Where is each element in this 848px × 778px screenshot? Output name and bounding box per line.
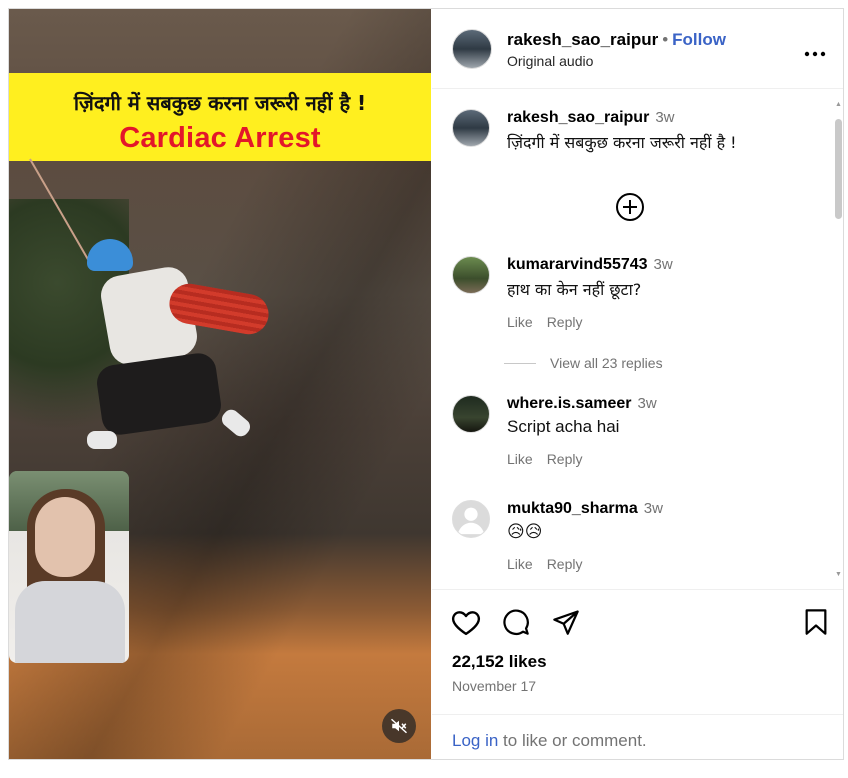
commenter-username[interactable]: where.is.sameer — [507, 395, 632, 412]
scroll-down-arrow-icon[interactable]: ▼ — [834, 571, 843, 579]
comments-list[interactable]: rakesh_sao_raipur 3w ज़िंदगी में सबकुछ कर… — [432, 89, 843, 589]
comment-time[interactable]: 3w — [654, 256, 673, 273]
post-modal: ज़िंदगी में सबकुछ करना जरूरी नहीं है ! C… — [8, 8, 844, 760]
like-comment-button[interactable]: Like — [507, 314, 533, 330]
post-actions: 22,152 likes November 17 Log in to like … — [432, 589, 843, 759]
reply-button[interactable]: Reply — [547, 451, 583, 467]
face — [35, 497, 95, 577]
view-replies-button[interactable]: View all 23 replies — [504, 355, 663, 371]
load-more-comments-button[interactable] — [615, 192, 645, 222]
mute-button[interactable] — [382, 709, 416, 743]
follow-button[interactable]: Follow — [672, 30, 726, 49]
video-caption-hindi: ज़िंदगी में सबकुछ करना जरूरी नहीं है ! — [73, 91, 367, 115]
separator-dot: • — [662, 30, 669, 49]
comment-actions: Like Reply — [507, 314, 827, 330]
comment-body: kumararvind55743 3w हाथ का केन नहीं छूटा?… — [507, 256, 827, 330]
header-title-row: rakesh_sao_raipur • Follow — [507, 30, 726, 50]
post-video[interactable]: ज़िंदगी में सबकुछ करना जरूरी नहीं है ! C… — [9, 9, 431, 759]
comment-body: where.is.sameer 3w Script acha hai Like Re… — [507, 395, 827, 467]
paper-plane-icon — [553, 610, 579, 635]
comment-text: 😥😥 — [507, 522, 543, 541]
post-date[interactable]: November 17 — [452, 678, 536, 694]
more-options-button[interactable] — [804, 37, 826, 63]
comment-actions: Like Reply — [507, 556, 827, 572]
commenter-avatar[interactable] — [452, 256, 490, 294]
save-button[interactable] — [800, 606, 832, 638]
like-comment-button[interactable]: Like — [507, 556, 533, 572]
scroll-up-arrow-icon[interactable]: ▲ — [834, 101, 843, 109]
default-avatar-icon[interactable] — [452, 500, 490, 538]
heart-icon — [451, 611, 481, 636]
like-comment-button[interactable]: Like — [507, 451, 533, 467]
scrollbar-thumb[interactable] — [835, 119, 842, 219]
reply-button[interactable]: Reply — [547, 314, 583, 330]
comment-text: ज़िंदगी में सबकुछ करना जरूरी नहीं है ! — [507, 133, 737, 152]
comment-time[interactable]: 3w — [655, 109, 674, 126]
comment-body: rakesh_sao_raipur 3w ज़िंदगी में सबकुछ कर… — [507, 109, 827, 153]
comment-time[interactable]: 3w — [644, 500, 663, 517]
post-side-panel: rakesh_sao_raipur • Follow Original audio … — [432, 9, 843, 759]
comment-actions: Like Reply — [507, 451, 827, 467]
bookmark-icon — [805, 609, 827, 635]
sweater — [15, 581, 125, 663]
comment-text: हाथ का केन नहीं छूटा? — [507, 280, 642, 299]
comments-scrollbar[interactable]: ▲ ▼ — [834, 101, 843, 581]
login-prompt-text: to like or comment. — [498, 731, 647, 750]
login-prompt: Log in to like or comment. — [432, 714, 843, 751]
more-horizontal-icon — [804, 51, 826, 57]
comment-time[interactable]: 3w — [638, 395, 657, 412]
author-avatar[interactable] — [452, 29, 492, 69]
comment-button[interactable] — [500, 606, 532, 638]
likes-count[interactable]: 22,152 likes — [452, 652, 547, 672]
commenter-username[interactable]: kumararvind55743 — [507, 256, 648, 273]
post-header: rakesh_sao_raipur • Follow Original audio — [432, 9, 843, 89]
replies-divider — [504, 362, 536, 364]
reply-button[interactable]: Reply — [547, 556, 583, 572]
commenter-avatar[interactable] — [452, 109, 490, 147]
view-replies-label: View all 23 replies — [550, 355, 663, 371]
plus-circle-icon — [616, 193, 644, 221]
audio-link[interactable]: Original audio — [507, 53, 593, 69]
picture-in-picture-selfie — [9, 471, 129, 663]
speech-bubble-icon — [503, 609, 529, 635]
shoe — [87, 431, 117, 449]
like-button[interactable] — [450, 606, 482, 638]
commenter-username[interactable]: mukta90_sharma — [507, 500, 638, 517]
speaker-muted-icon — [390, 718, 408, 734]
share-button[interactable] — [550, 606, 582, 638]
commenter-avatar[interactable] — [452, 395, 490, 433]
comment-body: mukta90_sharma 3w 😥😥 Like Reply — [507, 500, 827, 572]
comment-text: Script acha hai — [507, 417, 620, 436]
commenter-username[interactable]: rakesh_sao_raipur — [507, 109, 649, 126]
video-caption-english: Cardiac Arrest — [119, 122, 321, 154]
user-silhouette-icon — [457, 507, 485, 535]
author-username[interactable]: rakesh_sao_raipur — [507, 30, 658, 49]
login-link[interactable]: Log in — [452, 731, 498, 750]
